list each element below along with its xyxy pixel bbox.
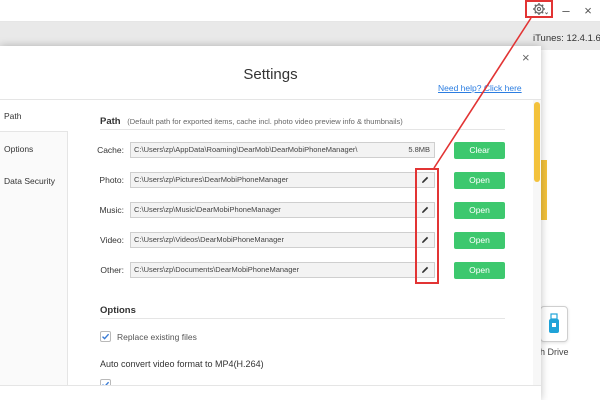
annotation-arrow-line (433, 17, 532, 169)
